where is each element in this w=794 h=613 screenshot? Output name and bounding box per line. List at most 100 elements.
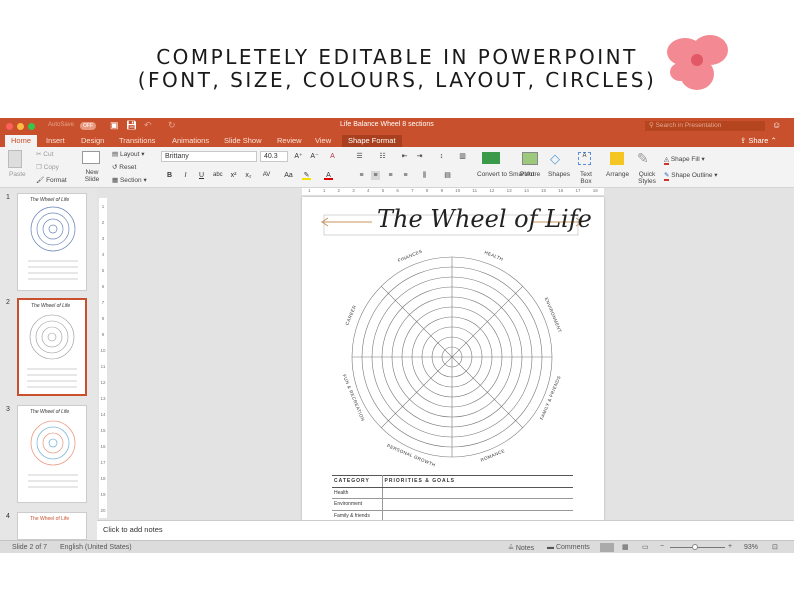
shapes-button[interactable]: Shapes (548, 171, 570, 178)
new-slide-icon[interactable] (82, 151, 100, 164)
picture-icon[interactable] (522, 152, 538, 165)
autosave-toggle[interactable]: OFF (80, 122, 96, 130)
close-button[interactable] (6, 123, 13, 130)
tab-transitions[interactable]: Transitions (113, 135, 161, 147)
arrange-icon[interactable] (610, 152, 624, 165)
align-text-icon[interactable]: ▤ (443, 171, 452, 180)
format-painter-button[interactable]: 🖌︎ Format (36, 176, 67, 184)
normal-view-icon[interactable] (600, 543, 614, 552)
paste-icon[interactable] (8, 150, 22, 168)
highlight-icon[interactable]: ✎ (302, 171, 311, 180)
zoom-slider[interactable] (670, 544, 725, 550)
redo-icon[interactable]: ↻ (168, 120, 176, 131)
slide-thumbnail-2[interactable]: The Wheel of Life (17, 298, 87, 396)
save-icon[interactable]: 💾︎ (126, 120, 137, 131)
slide-sorter-icon[interactable]: ▦ (622, 543, 629, 551)
columns-icon[interactable]: ▥ (458, 152, 467, 161)
ruler-tick: 2 (337, 188, 341, 193)
layout-button[interactable]: ▤ Layout ▾ (112, 150, 145, 158)
ruler-tick: 10 (100, 347, 106, 353)
font-name-select[interactable]: Brittany (161, 151, 257, 162)
vertical-ruler[interactable]: 1 2 3 4 5 6 7 8 9 10 11 12 13 14 15 16 17 18 19 20 (99, 198, 107, 518)
tab-view[interactable]: View (309, 135, 337, 147)
subscript-button[interactable]: x₂ (244, 171, 253, 180)
shapes-icon[interactable]: ◇ (550, 151, 560, 167)
char-spacing-button[interactable]: AV (262, 171, 271, 180)
italic-button[interactable]: I (181, 171, 190, 180)
section-button[interactable]: ▦ Section ▾ (112, 176, 147, 184)
minimize-button[interactable] (17, 123, 24, 130)
copy-label: Copy (43, 164, 59, 171)
notes-button[interactable]: ≟ Notes (508, 544, 534, 552)
tab-slide-show[interactable]: Slide Show (218, 135, 268, 147)
picture-button[interactable]: Picture (520, 171, 540, 178)
increase-font-icon[interactable]: A⁺ (294, 152, 303, 161)
priorities-table[interactable]: CATEGORY PRIORITIES & GOALS Health Enviro… (332, 475, 573, 522)
language-indicator[interactable]: English (United States) (60, 544, 132, 551)
copy-button[interactable]: ❐ Copy (36, 163, 59, 171)
sidebar-icon[interactable]: ▣ (110, 120, 119, 131)
tab-animations[interactable]: Animations (166, 135, 215, 147)
quick-styles-button[interactable]: Quick Styles (638, 171, 656, 185)
underline-button[interactable]: U (197, 171, 206, 180)
shape-outline-button[interactable]: ✎ Shape Outline ▾ (664, 171, 718, 181)
tab-review[interactable]: Review (271, 135, 308, 147)
quick-styles-icon[interactable]: ✎ (637, 150, 649, 167)
bold-button[interactable]: B (165, 171, 174, 180)
cut-button[interactable]: ✂ Cut (36, 150, 53, 158)
new-slide-button[interactable]: New Slide (84, 169, 100, 183)
slide-thumbnail-3[interactable]: The Wheel of Life (17, 405, 87, 503)
notes-input[interactable]: Click to add notes (97, 520, 794, 540)
fit-to-window-icon[interactable]: ⊡ (772, 543, 778, 551)
justify-icon[interactable]: ≡ (401, 171, 410, 180)
decrease-font-icon[interactable]: A⁻ (310, 152, 319, 161)
font-color-icon[interactable]: A (324, 171, 333, 180)
shape-fill-button[interactable]: ◬ Shape Fill ▾ (664, 155, 705, 165)
zoom-out-icon[interactable]: − (660, 543, 664, 550)
text-box-icon[interactable]: A (578, 152, 591, 165)
smartart-icon[interactable] (482, 152, 500, 164)
tab-home[interactable]: Home (5, 135, 38, 147)
clear-format-icon[interactable]: A (328, 152, 337, 161)
decrease-indent-icon[interactable]: ⇤ (400, 152, 409, 161)
strikethrough-button[interactable]: abc (213, 171, 223, 180)
line-spacing-icon[interactable]: ↕ (437, 152, 446, 161)
maximize-button[interactable] (28, 123, 35, 130)
align-right-icon[interactable]: ≡ (386, 171, 395, 180)
zoom-slider-handle[interactable] (692, 544, 698, 550)
smiley-feedback-icon[interactable]: ☺ (772, 120, 781, 130)
tab-insert[interactable]: Insert (40, 135, 71, 147)
shape-fill-icon: ◬ (664, 156, 669, 165)
slide[interactable]: FINANCES HEALTH ENVIRONMENT FAMILY & FRIEND… (302, 197, 604, 522)
font-size-select[interactable]: 40.3 (260, 151, 288, 162)
comments-button[interactable]: ▬ Comments (547, 544, 590, 551)
text-direction-icon[interactable]: ⫼ (420, 171, 429, 180)
undo-icon[interactable]: ↶ (144, 120, 152, 131)
horizontal-ruler[interactable]: 1 1 2 3 4 5 6 7 8 9 10 11 12 13 14 15 16 17 18 (302, 188, 604, 195)
tab-design[interactable]: Design (75, 135, 110, 147)
search-input[interactable]: ⚲ Search in Presentation (645, 121, 765, 131)
slide-thumbnail-1[interactable]: The Wheel of Life (17, 193, 87, 291)
ruler-tick: 19 (100, 491, 106, 497)
ruler-tick: 11 (100, 363, 106, 369)
align-left-icon[interactable]: ≡ (357, 171, 366, 180)
text-box-button[interactable]: Text Box (579, 171, 593, 185)
table-cell[interactable] (382, 498, 573, 511)
change-case-button[interactable]: Aa (284, 171, 293, 180)
reading-view-icon[interactable]: ▭ (642, 543, 649, 551)
arrange-button[interactable]: Arrange (606, 171, 629, 178)
slide-thumbnail-4[interactable]: The Wheel of Life (17, 512, 87, 540)
slide-title[interactable]: The Wheel of Life (377, 205, 592, 233)
increase-indent-icon[interactable]: ⇥ (415, 152, 424, 161)
share-button[interactable]: ⇪ Share ⌃ (740, 136, 777, 145)
superscript-button[interactable]: x² (229, 171, 238, 180)
bullets-icon[interactable]: ☰ (355, 152, 364, 161)
numbering-icon[interactable]: ☷ (378, 152, 387, 161)
thumb-number: 1 (6, 194, 10, 201)
tab-shape-format[interactable]: Shape Format (342, 135, 402, 147)
paste-button[interactable]: Paste (9, 171, 26, 178)
align-center-icon[interactable]: ≡ (371, 171, 380, 180)
reset-button[interactable]: ↺ Reset (112, 163, 136, 171)
zoom-in-icon[interactable]: + (728, 543, 732, 550)
table-cell[interactable] (382, 487, 573, 499)
